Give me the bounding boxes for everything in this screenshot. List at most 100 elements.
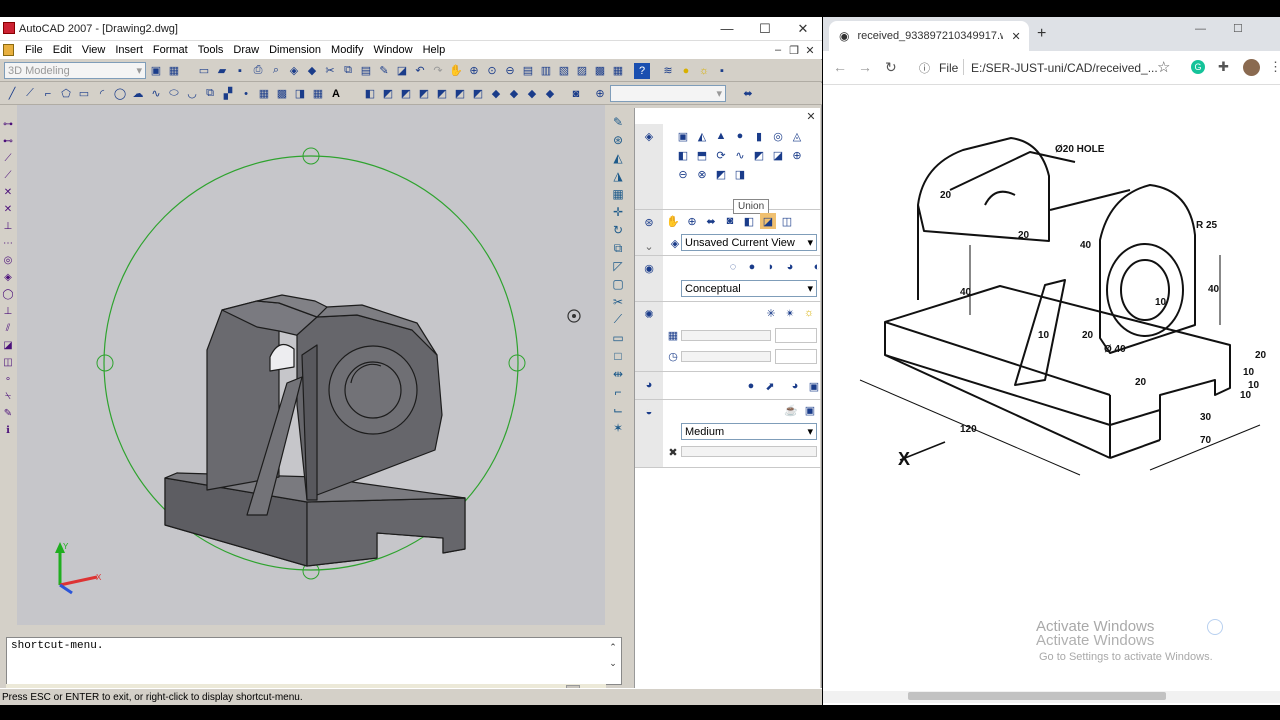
- plot-preview-icon[interactable]: ⌕: [268, 63, 284, 79]
- loft-icon[interactable]: ◩: [751, 147, 767, 163]
- polygon-icon[interactable]: ⬠: [58, 86, 74, 102]
- copy-3d-icon[interactable]: ⧉: [610, 241, 626, 256]
- cut-icon[interactable]: ✂: [322, 63, 338, 79]
- address-input[interactable]: E:/SER-JUST-uni/CAD/received_...: [971, 61, 1158, 75]
- extend-3d-icon[interactable]: ⟋: [610, 312, 626, 327]
- cone-icon[interactable]: ▲: [713, 128, 729, 144]
- match-properties-icon[interactable]: ✎: [376, 63, 392, 79]
- menu-edit[interactable]: Edit: [48, 44, 77, 56]
- polyline-icon[interactable]: ⌐: [40, 86, 56, 102]
- browser-maximize-icon[interactable]: ☐: [1233, 22, 1243, 35]
- markup-icon[interactable]: ▩: [592, 63, 608, 79]
- 3d-move-icon[interactable]: ✛: [610, 205, 626, 220]
- extensions-icon[interactable]: ✚: [1218, 59, 1229, 75]
- trim-icon[interactable]: ◈: [2, 270, 14, 284]
- design-center-icon[interactable]: ▥: [538, 63, 554, 79]
- material-window-icon[interactable]: ▣: [806, 378, 822, 394]
- paste-icon[interactable]: ▤: [358, 63, 374, 79]
- explode-3d-icon[interactable]: ✶: [610, 420, 626, 435]
- offset-icon[interactable]: ⟋: [2, 168, 14, 182]
- model-canvas[interactable]: Y X: [17, 105, 605, 625]
- revision-cloud-icon[interactable]: ☁: [130, 86, 146, 102]
- properties-icon[interactable]: ▤: [520, 63, 536, 79]
- doc-close-icon[interactable]: ✕: [802, 42, 818, 58]
- publish-icon[interactable]: ◈: [286, 63, 302, 79]
- explode-icon[interactable]: ∘: [2, 372, 14, 386]
- top-view-icon[interactable]: ◩: [380, 86, 396, 102]
- workspace-combo[interactable]: 3D Modeling ▾: [4, 62, 146, 79]
- menu-help[interactable]: Help: [418, 44, 451, 56]
- render-window-icon[interactable]: ▣: [802, 402, 818, 418]
- date-slider[interactable]: [681, 330, 771, 341]
- cylinder-icon[interactable]: ▮: [751, 128, 767, 144]
- rectangle-3d-icon[interactable]: ▭: [610, 330, 626, 345]
- spline-icon[interactable]: ∿: [148, 86, 164, 102]
- fillet-icon[interactable]: ◫: [2, 355, 14, 369]
- sheet-set-icon[interactable]: ▨: [574, 63, 590, 79]
- copy-icon[interactable]: ⧉: [340, 63, 356, 79]
- constrained-orbit-icon[interactable]: ✋: [665, 213, 681, 229]
- ellipse-arc-icon[interactable]: ◡: [184, 86, 200, 102]
- scale-icon[interactable]: ⋯: [2, 236, 14, 250]
- render-icon[interactable]: ☕: [783, 402, 799, 418]
- command-history[interactable]: shortcut-menu.: [6, 637, 622, 685]
- browser-tab[interactable]: ◉ received_933897210349917.webp ✕: [829, 21, 1029, 51]
- scale-3d-icon[interactable]: ▢: [610, 277, 626, 292]
- browser-minimize-icon[interactable]: —: [1195, 23, 1206, 35]
- orbit-handle-left[interactable]: [96, 354, 114, 372]
- visual-style-icon[interactable]: ◉: [641, 260, 657, 276]
- 3d-dwf-icon[interactable]: ◆: [304, 63, 320, 79]
- zoom-window-icon[interactable]: ⊙: [484, 63, 500, 79]
- new-icon[interactable]: ▭: [196, 63, 212, 79]
- 3d-rotate-icon[interactable]: ↻: [610, 223, 626, 238]
- 3d-array-icon[interactable]: ▦: [610, 187, 626, 202]
- bookmark-star-icon[interactable]: ☆: [1157, 58, 1170, 76]
- extrude-icon[interactable]: ⬒: [694, 147, 710, 163]
- 3d-navigate-icon[interactable]: ⊛: [641, 214, 657, 230]
- layer-state-icon[interactable]: ⊕: [592, 86, 608, 102]
- ellipse-icon[interactable]: ⬭: [166, 86, 182, 102]
- light-icon[interactable]: ✺: [641, 306, 657, 322]
- left-view-icon[interactable]: ◩: [416, 86, 432, 102]
- se-iso-icon[interactable]: ◆: [506, 86, 522, 102]
- front-view-icon[interactable]: ◩: [452, 86, 468, 102]
- orbit-handle-right[interactable]: [508, 354, 526, 372]
- chamfer-3d-icon[interactable]: ⌐: [610, 384, 626, 399]
- rectangle-icon[interactable]: ▭: [76, 86, 92, 102]
- hscroll-thumb-browser[interactable]: [908, 692, 1166, 700]
- expand-icon[interactable]: ⌄: [641, 238, 657, 254]
- grammarly-icon[interactable]: G: [1191, 60, 1205, 74]
- named-views-icon[interactable]: ◧: [362, 86, 378, 102]
- intersect-icon[interactable]: ⊗: [694, 166, 710, 182]
- imprint-icon[interactable]: ◩: [713, 166, 729, 182]
- menu-insert[interactable]: Insert: [110, 44, 148, 56]
- snap-icon[interactable]: ⍀: [2, 389, 14, 403]
- time-slider[interactable]: [681, 351, 771, 362]
- menu-draw[interactable]: Draw: [228, 44, 264, 56]
- 3d-align-icon[interactable]: ◭: [610, 151, 626, 166]
- table-icon[interactable]: ▦: [310, 86, 326, 102]
- calculator-icon[interactable]: ▦: [610, 63, 626, 79]
- menu-format[interactable]: Format: [148, 44, 193, 56]
- subtract-icon[interactable]: ⊖: [675, 166, 691, 182]
- join-icon[interactable]: ⫽: [2, 321, 14, 335]
- tool-palettes-icon[interactable]: ▧: [556, 63, 572, 79]
- nav-arrow-icon[interactable]: ⬌: [740, 86, 756, 102]
- menu-file[interactable]: File: [20, 44, 48, 56]
- save-icon[interactable]: ▪: [232, 63, 248, 79]
- sphere-icon[interactable]: ●: [732, 128, 748, 144]
- doc-minimize-icon[interactable]: –: [770, 42, 786, 58]
- help-icon[interactable]: ?: [634, 62, 650, 79]
- hidden-icon[interactable]: ●: [744, 259, 760, 275]
- redo-icon[interactable]: ↷: [430, 63, 446, 79]
- lock-icon[interactable]: ▪: [714, 63, 730, 79]
- material-copy-icon[interactable]: ◕: [787, 378, 803, 394]
- union-icon[interactable]: ⊕: [789, 147, 805, 163]
- menu-view[interactable]: View: [77, 44, 111, 56]
- back-icon[interactable]: ←: [833, 59, 847, 75]
- perspective-icon[interactable]: ◫: [779, 213, 795, 229]
- zoom-nav-icon[interactable]: ⊕: [684, 213, 700, 229]
- profile-avatar[interactable]: [1243, 59, 1260, 76]
- materials-icon[interactable]: ◕: [641, 377, 657, 393]
- menu-modify[interactable]: Modify: [326, 44, 368, 56]
